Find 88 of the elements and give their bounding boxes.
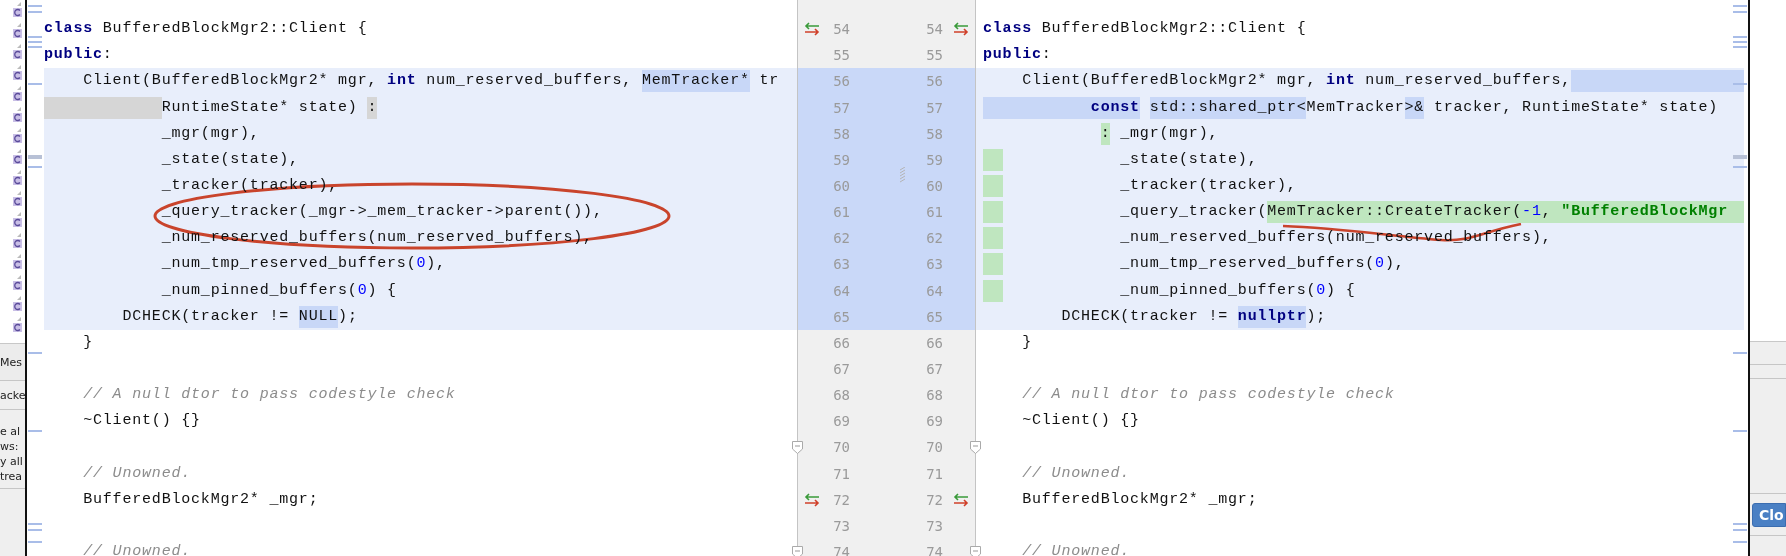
line-number: 73 bbox=[926, 517, 943, 534]
code-line: class BufferedBlockMgr2::Client { bbox=[982, 19, 1308, 40]
line-number: 59 bbox=[926, 151, 943, 168]
class-icon bbox=[12, 23, 22, 39]
fold-icon[interactable] bbox=[970, 545, 981, 556]
class-icon bbox=[12, 170, 22, 186]
class-icon bbox=[12, 317, 22, 333]
code-line: // A null dtor to pass codestyle check bbox=[1021, 385, 1396, 406]
line-number: 63 bbox=[833, 256, 850, 273]
line-number: 55 bbox=[926, 47, 943, 64]
line-number: 66 bbox=[926, 334, 943, 351]
swap-arrows-icon[interactable] bbox=[804, 492, 820, 507]
swap-arrows-icon[interactable] bbox=[953, 22, 969, 37]
line-number: 54 bbox=[926, 21, 943, 38]
code-line: } bbox=[82, 332, 95, 353]
code-line: // Unowned. bbox=[82, 542, 193, 556]
swap-arrows-icon[interactable] bbox=[953, 492, 969, 507]
line-number: 63 bbox=[926, 256, 943, 273]
code-line: BufferedBlockMgr2* _mgr; bbox=[1021, 489, 1259, 510]
code-line: // Unowned. bbox=[1021, 542, 1132, 556]
class-icon bbox=[12, 107, 22, 123]
line-number: 67 bbox=[926, 361, 943, 378]
class-icon bbox=[12, 296, 22, 312]
code-line: public: bbox=[982, 45, 1053, 66]
class-icon bbox=[12, 2, 22, 18]
field-text: acke bbox=[0, 387, 25, 403]
line-number: 69 bbox=[833, 413, 850, 430]
code-line: BufferedBlockMgr2* _mgr; bbox=[82, 489, 320, 510]
class-icon bbox=[12, 65, 22, 81]
swap-arrows-icon[interactable] bbox=[804, 22, 820, 37]
line-number: 62 bbox=[833, 230, 850, 247]
line-number: 70 bbox=[926, 439, 943, 456]
class-icon bbox=[12, 128, 22, 144]
line-number: 67 bbox=[833, 361, 850, 378]
line-number: 71 bbox=[833, 465, 850, 482]
class-icon bbox=[12, 275, 22, 291]
line-number: 57 bbox=[833, 99, 850, 116]
line-number: 56 bbox=[926, 73, 943, 90]
code-line: } bbox=[1021, 332, 1034, 353]
class-icon bbox=[12, 86, 22, 102]
code-line: ~Client() {} bbox=[1021, 411, 1141, 432]
line-number: 70 bbox=[833, 439, 850, 456]
line-number: 65 bbox=[926, 308, 943, 325]
line-number: 61 bbox=[926, 204, 943, 221]
close-button[interactable]: Clo bbox=[1752, 502, 1786, 527]
tab-label[interactable]: Mes bbox=[0, 354, 22, 370]
line-number: 58 bbox=[926, 125, 943, 142]
class-icon bbox=[12, 191, 22, 207]
line-number: 60 bbox=[926, 178, 943, 195]
line-number: 55 bbox=[833, 47, 850, 64]
code-line: // Unowned. bbox=[82, 463, 193, 484]
line-number: 61 bbox=[833, 204, 850, 221]
fold-icon[interactable] bbox=[792, 440, 803, 454]
line-number: 56 bbox=[833, 73, 850, 90]
code-line: class BufferedBlockMgr2::Client { bbox=[44, 19, 369, 40]
line-number: 66 bbox=[833, 334, 850, 351]
code-line: ~Client() {} bbox=[82, 411, 202, 432]
class-icon bbox=[12, 254, 22, 270]
line-number: 68 bbox=[833, 387, 850, 404]
fold-icon[interactable] bbox=[970, 440, 981, 454]
line-number: 64 bbox=[926, 282, 943, 299]
line-number: 57 bbox=[926, 99, 943, 116]
line-number: 72 bbox=[926, 491, 943, 508]
drag-handle-icon[interactable] bbox=[900, 167, 905, 183]
line-number: 65 bbox=[833, 308, 850, 325]
line-number: 72 bbox=[833, 491, 850, 508]
class-icon bbox=[12, 212, 22, 228]
fold-icon[interactable] bbox=[792, 545, 803, 556]
line-number: 69 bbox=[926, 413, 943, 430]
line-number: 59 bbox=[833, 151, 850, 168]
line-number: 60 bbox=[833, 178, 850, 195]
code-line: public: bbox=[44, 45, 114, 66]
paragraph-line: ws: bbox=[0, 439, 20, 454]
code-line: // Unowned. bbox=[1021, 463, 1132, 484]
line-number: 73 bbox=[833, 517, 850, 534]
code-line: // A null dtor to pass codestyle check bbox=[82, 385, 457, 406]
class-icon bbox=[12, 233, 22, 249]
paragraph-line: trea bbox=[0, 469, 24, 484]
line-number: 71 bbox=[926, 465, 943, 482]
line-number: 54 bbox=[833, 21, 850, 38]
class-icon bbox=[12, 149, 22, 165]
paragraph-line: e al bbox=[0, 424, 22, 439]
class-icon bbox=[12, 44, 22, 60]
line-number: 62 bbox=[926, 230, 943, 247]
line-number: 68 bbox=[926, 387, 943, 404]
paragraph-line: y all bbox=[0, 454, 24, 469]
line-number: 64 bbox=[833, 282, 850, 299]
line-number: 58 bbox=[833, 125, 850, 142]
